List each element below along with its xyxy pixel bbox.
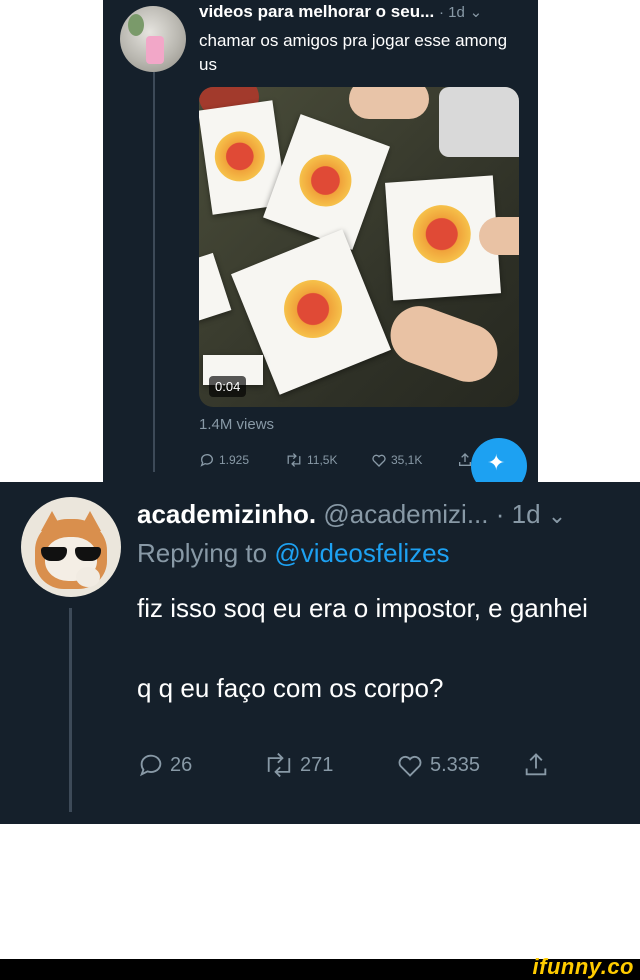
like-count: 5.335	[430, 753, 481, 776]
ifunny-logo: ifunny.co	[532, 954, 634, 979]
timestamp: · 1d	[439, 4, 465, 21]
hand	[349, 87, 429, 119]
display-name[interactable]: videos para melhorar o seu...	[199, 2, 434, 21]
cat-paw	[76, 567, 100, 587]
sunglasses	[39, 547, 103, 561]
reply-button[interactable]: 26	[137, 751, 192, 779]
reply-tweet: academizinho. @academizi... · 1d ⌄ Reply…	[0, 482, 640, 824]
like-button[interactable]: 35,1K	[371, 452, 422, 468]
avatar-plant	[128, 14, 144, 36]
shirt	[439, 87, 519, 157]
chevron-down-icon[interactable]: ⌄	[548, 503, 566, 528]
avatar[interactable]	[120, 6, 186, 72]
among-us-image	[275, 271, 351, 347]
heart-icon	[372, 454, 386, 467]
card	[263, 114, 390, 250]
hand	[479, 217, 519, 255]
mention-link[interactable]: @videosfelizes	[274, 538, 449, 568]
timestamp: · 1d	[495, 499, 541, 529]
among-us-image	[292, 147, 359, 214]
like-count: 35,1K	[391, 453, 423, 467]
reply-button[interactable]: 1.925	[199, 452, 249, 468]
avatar[interactable]	[21, 497, 121, 597]
thread-line	[69, 608, 72, 812]
sunglasses-lens	[75, 547, 101, 561]
retweet-count: 11,5K	[307, 453, 338, 467]
video-player[interactable]: 0:04	[199, 87, 519, 407]
avatar-scooter	[146, 36, 164, 64]
hand	[382, 297, 506, 391]
video-duration: 0:04	[209, 376, 247, 397]
compose-button[interactable]: ✦	[471, 438, 527, 482]
retweet-icon	[267, 752, 291, 778]
tweet-paragraph: fiz isso soq eu era o impostor, e ganhei	[137, 593, 588, 623]
reply-count: 26	[170, 753, 193, 776]
retweet-icon	[287, 453, 301, 467]
replying-to-label: Replying to	[137, 538, 268, 568]
sunglasses-lens	[41, 547, 67, 561]
share-icon	[525, 753, 547, 776]
reply-count: 1.925	[219, 453, 250, 467]
original-tweet: videos para melhorar o seu... · 1d ⌄ cha…	[103, 0, 538, 482]
tweet-header: academizinho. @academizi... · 1d ⌄	[137, 499, 566, 530]
retweet-button[interactable]: 271	[263, 751, 333, 779]
tweet-text: fiz isso soq eu era o impostor, e ganhei…	[137, 588, 607, 708]
compose-icon: ✦	[487, 450, 506, 475]
retweet-count: 271	[300, 753, 334, 776]
chevron-down-icon[interactable]: ⌄	[470, 4, 483, 21]
share-button[interactable]	[522, 751, 550, 779]
replying-to: Replying to @videosfelizes	[137, 538, 450, 569]
reply-icon	[139, 754, 162, 777]
reply-icon	[200, 454, 213, 467]
among-us-image	[410, 203, 473, 266]
action-bar: 26 271 5.335	[137, 751, 597, 783]
among-us-image	[211, 128, 269, 185]
retweet-button[interactable]: 11,5K	[285, 452, 337, 468]
tweet-text: chamar os amigos pra jogar esse among us	[199, 31, 508, 74]
tweet-header: videos para melhorar o seu... · 1d ⌄	[199, 2, 482, 22]
handle[interactable]: @academizi...	[323, 499, 488, 529]
card	[199, 252, 232, 322]
display-name[interactable]: academizinho.	[137, 499, 316, 529]
view-count: 1.4M views	[199, 416, 275, 433]
like-button[interactable]: 5.335	[395, 751, 480, 779]
heart-icon	[398, 755, 422, 777]
watermark-bar: ifunny.co	[0, 954, 640, 980]
tweet-paragraph: q q eu faço com os corpo?	[137, 673, 444, 703]
thread-line	[153, 72, 155, 472]
